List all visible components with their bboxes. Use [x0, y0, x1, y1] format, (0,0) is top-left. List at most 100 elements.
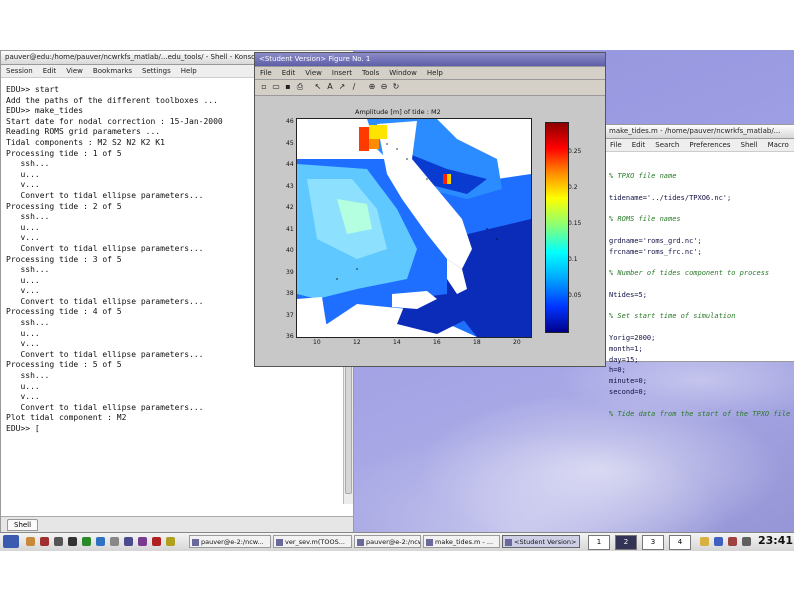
- insert-text-icon[interactable]: A: [325, 82, 335, 92]
- taskbar: pauver@e-2:/ncw... ver_sev.m(TOOS... pauve…: [0, 532, 794, 551]
- editor-text[interactable]: % TPXO file name tidename='../tides/TPXO…: [609, 171, 790, 419]
- editor-line: grdname='roms_grd.nc';: [609, 236, 702, 245]
- volume-icon[interactable]: [714, 537, 723, 546]
- insert-line-icon[interactable]: ∕: [349, 82, 359, 92]
- writer-icon[interactable]: [96, 537, 105, 546]
- taskbar-button-label: make_tides.m - ...: [435, 538, 494, 546]
- select-arrow-icon[interactable]: ↖: [313, 82, 323, 92]
- open-file-icon[interactable]: ▭: [271, 82, 281, 92]
- taskbar-button[interactable]: make_tides.m - ...: [423, 535, 500, 548]
- figure-title[interactable]: <Student Version> Figure No. 1: [255, 53, 605, 67]
- editor-line: month=1;: [609, 344, 643, 353]
- editor-line: % TPXO file name: [609, 172, 677, 180]
- menu-item-search[interactable]: Search: [655, 141, 679, 149]
- terminal-line: v...: [6, 392, 40, 402]
- terminal-line: Add the paths of the different toolboxes…: [6, 95, 218, 105]
- menu-item-macro[interactable]: Macro: [768, 141, 789, 149]
- zoom-in-icon[interactable]: ⊕: [367, 82, 377, 92]
- print-launcher-icon[interactable]: [110, 537, 119, 546]
- menu-item-help[interactable]: Help: [181, 67, 197, 75]
- insert-arrow-icon[interactable]: ↗: [337, 82, 347, 92]
- menu-item-edit[interactable]: Edit: [43, 67, 57, 75]
- menu-item-window[interactable]: Window: [389, 69, 417, 77]
- menu-item-settings[interactable]: Settings: [142, 67, 171, 75]
- menu-item-edit[interactable]: Edit: [632, 141, 646, 149]
- menu-item-shell[interactable]: Shell: [741, 141, 758, 149]
- mail-icon[interactable]: [68, 537, 77, 546]
- pager-desktop-3[interactable]: 3: [642, 535, 664, 550]
- lock-icon[interactable]: [742, 537, 751, 546]
- terminal-line: u...: [6, 275, 40, 285]
- taskbar-button[interactable]: ver_sev.m(TOOS...: [273, 535, 352, 548]
- terminal-line: v...: [6, 286, 40, 296]
- editor-line: h=0;: [609, 366, 626, 375]
- office-icon[interactable]: [82, 537, 91, 546]
- terminal-line: ssh...: [6, 212, 50, 222]
- pager-desktop-1[interactable]: 1: [588, 535, 610, 550]
- x-tick-label: 12: [353, 339, 361, 346]
- pager-desktop-2[interactable]: 2: [615, 535, 637, 550]
- editor-title[interactable]: make_tides.m - /home/pauver/ncwrkfs_matl…: [605, 125, 794, 139]
- clock[interactable]: 23:41: [758, 534, 793, 547]
- menu-item-session[interactable]: Session: [6, 67, 33, 75]
- window-icon: [192, 539, 199, 546]
- rotate-icon[interactable]: ↻: [391, 82, 401, 92]
- terminal-line: Convert to tidal ellipse parameters...: [6, 349, 204, 359]
- clipboard-icon[interactable]: [700, 537, 709, 546]
- print-icon[interactable]: ⎙: [295, 82, 305, 92]
- taskbar-button[interactable]: pauver@e-2:/ncw...: [189, 535, 271, 548]
- taskbar-button[interactable]: <Student Version>: [502, 535, 580, 548]
- taskbar-button[interactable]: pauver@e-2:/ncw...: [354, 535, 421, 548]
- menu-item-file[interactable]: File: [260, 69, 272, 77]
- colorbar-tick-label: 0.2: [568, 184, 578, 191]
- plot-title: Amplitude [m] of tide : M2: [355, 108, 441, 116]
- editor-menubar: File Edit Search Preferences Shell Macro: [605, 139, 794, 152]
- network-icon[interactable]: [124, 537, 133, 546]
- acrobat-icon[interactable]: [152, 537, 161, 546]
- search-icon[interactable]: [166, 537, 175, 546]
- menu-item-bookmarks[interactable]: Bookmarks: [93, 67, 132, 75]
- zoom-out-icon[interactable]: ⊖: [379, 82, 389, 92]
- y-tick-label: 38: [286, 290, 294, 297]
- map-axes[interactable]: [296, 118, 532, 338]
- menu-item-tools[interactable]: Tools: [362, 69, 379, 77]
- window-icon: [357, 539, 364, 546]
- help-icon[interactable]: [138, 537, 147, 546]
- menu-item-file[interactable]: File: [610, 141, 622, 149]
- y-tick-label: 44: [286, 161, 294, 168]
- terminal-line: ssh...: [6, 318, 50, 328]
- terminal-launcher-icon[interactable]: [54, 537, 63, 546]
- editor-line: second=0;: [609, 387, 647, 396]
- k-menu-icon[interactable]: [3, 535, 19, 548]
- new-figure-icon[interactable]: ▫: [259, 82, 269, 92]
- window-icon: [505, 539, 512, 546]
- terminal-line: u...: [6, 222, 40, 232]
- amplitude-map: [297, 119, 531, 337]
- editor-line: Ntides=5;: [609, 290, 647, 299]
- menu-item-view[interactable]: View: [66, 67, 83, 75]
- save-icon[interactable]: ▪: [283, 82, 293, 92]
- menu-item-view[interactable]: View: [305, 69, 322, 77]
- x-tick-label: 16: [433, 339, 441, 346]
- menu-item-preferences[interactable]: Preferences: [689, 141, 730, 149]
- terminal-line: Reading ROMS grid parameters ...: [6, 127, 161, 137]
- menu-item-edit[interactable]: Edit: [282, 69, 296, 77]
- terminal-line: Processing tide : 4 of 5: [6, 307, 122, 317]
- y-tick-label: 42: [286, 204, 294, 211]
- editor-window[interactable]: make_tides.m - /home/pauver/ncwrkfs_matl…: [604, 124, 794, 418]
- terminal-line: Processing tide : 2 of 5: [6, 201, 122, 211]
- tab-shell[interactable]: Shell: [7, 519, 39, 531]
- home-icon[interactable]: [26, 537, 35, 546]
- x-tick-label: 18: [473, 339, 481, 346]
- pager-desktop-4[interactable]: 4: [669, 535, 691, 550]
- menu-item-help[interactable]: Help: [427, 69, 443, 77]
- menu-item-insert[interactable]: Insert: [332, 69, 352, 77]
- browser-icon[interactable]: [40, 537, 49, 546]
- terminal-output[interactable]: EDU>> start Add the paths of the differen…: [6, 85, 223, 435]
- update-icon[interactable]: [728, 537, 737, 546]
- terminal-line: Processing tide : 1 of 5: [6, 148, 122, 158]
- y-tick-label: 43: [286, 182, 294, 190]
- x-tick-label: 14: [393, 339, 401, 346]
